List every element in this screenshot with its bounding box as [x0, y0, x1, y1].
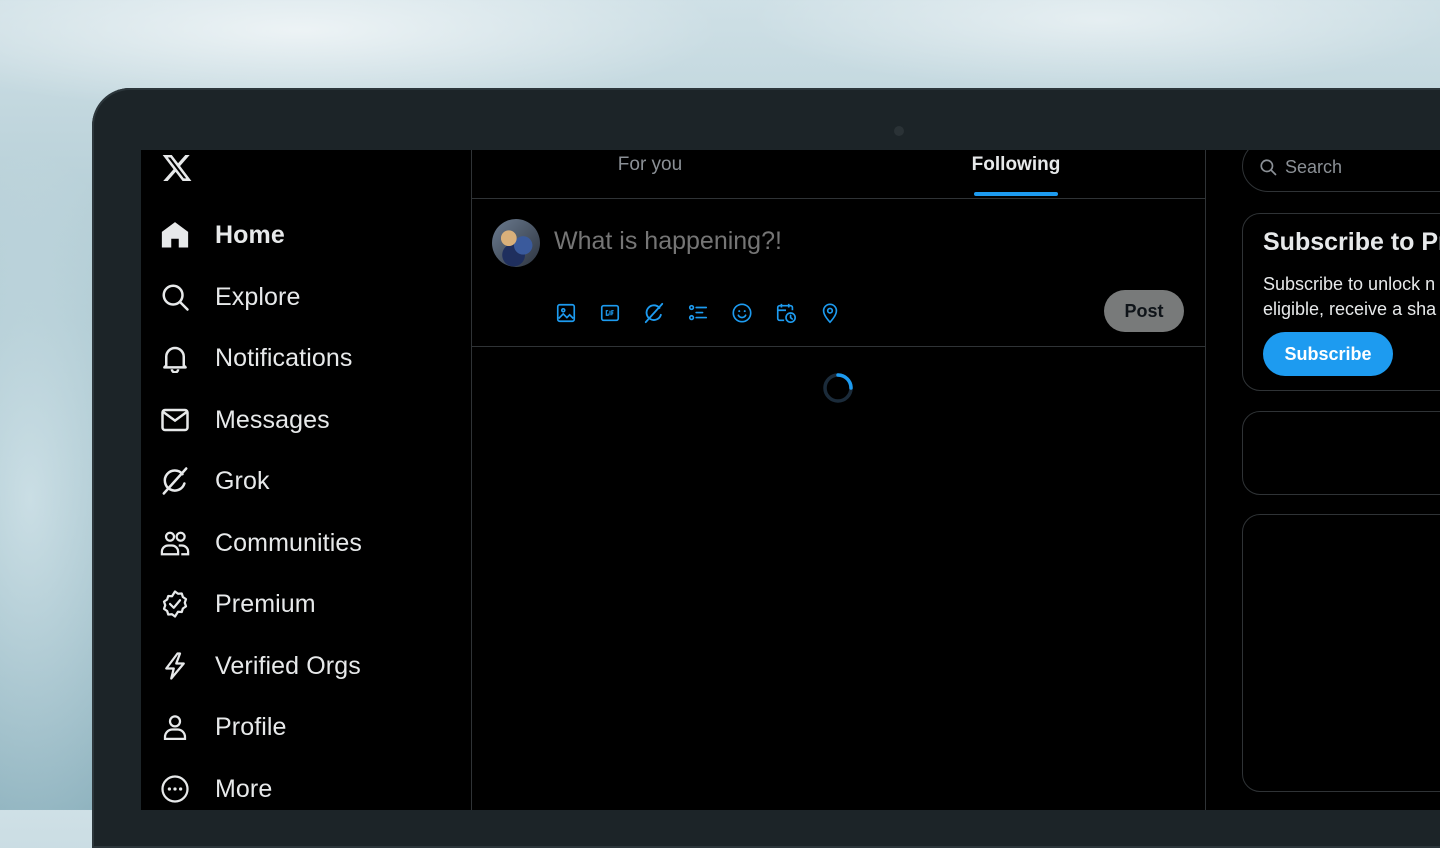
- tab-following[interactable]: Following: [838, 150, 1194, 198]
- tab-for-you[interactable]: For you: [472, 150, 828, 198]
- search-icon: [159, 281, 191, 313]
- search-input[interactable]: Search: [1285, 157, 1342, 178]
- location-icon[interactable]: [816, 299, 844, 327]
- person-icon: [159, 711, 191, 743]
- sidebar-item-label: Grok: [215, 466, 270, 495]
- sidebar-card-empty: [1242, 411, 1440, 495]
- grok-icon[interactable]: [640, 299, 668, 327]
- post-composer: Post: [472, 199, 1205, 347]
- people-icon: [159, 527, 191, 559]
- avatar[interactable]: [492, 219, 540, 267]
- screen: Home Explore Notifications Messages Grok: [141, 150, 1440, 810]
- subscribe-card-text: Subscribe to unlock n eligible, receive …: [1263, 272, 1436, 322]
- home-icon: [159, 219, 191, 251]
- lightning-icon: [159, 650, 191, 682]
- sidebar: Home Explore Notifications Messages Grok: [141, 150, 471, 810]
- sidebar-item-grok[interactable]: Grok: [159, 459, 270, 503]
- sidebar-item-label: Messages: [215, 405, 330, 434]
- subscribe-card-text-line-2: eligible, receive a sha: [1263, 299, 1437, 319]
- sidebar-item-label: Communities: [215, 528, 362, 557]
- sidebar-item-messages[interactable]: Messages: [159, 398, 330, 442]
- active-tab-indicator: [974, 192, 1058, 196]
- image-icon[interactable]: [552, 299, 580, 327]
- sidebar-item-home[interactable]: Home: [159, 213, 285, 257]
- sidebar-item-label: Notifications: [215, 343, 353, 372]
- subscribe-card-text-line-1: Subscribe to unlock n: [1263, 274, 1436, 294]
- timeline-tabs: For you Following: [472, 150, 1205, 199]
- sidebar-item-label: More: [215, 774, 273, 803]
- right-sidebar: Search Subscribe to Pr Subscribe to unlo…: [1204, 150, 1440, 810]
- search-bar[interactable]: Search: [1242, 150, 1440, 192]
- compose-input[interactable]: [554, 227, 1074, 256]
- verified-badge-icon: [159, 588, 191, 620]
- sidebar-item-notifications[interactable]: Notifications: [159, 336, 352, 380]
- sidebar-item-label: Home: [215, 220, 285, 249]
- sidebar-card-empty-large: [1242, 514, 1440, 792]
- subscribe-button[interactable]: Subscribe: [1263, 332, 1393, 376]
- subscribe-card: Subscribe to Pr Subscribe to unlock n el…: [1242, 213, 1440, 391]
- sidebar-item-label: Premium: [215, 589, 316, 618]
- gif-icon[interactable]: [596, 299, 624, 327]
- post-button[interactable]: Post: [1104, 290, 1184, 332]
- sidebar-item-label: Profile: [215, 712, 287, 741]
- sidebar-item-label: Explore: [215, 282, 301, 311]
- sidebar-item-explore[interactable]: Explore: [159, 275, 300, 319]
- sidebar-item-premium[interactable]: Premium: [159, 582, 316, 626]
- emoji-icon[interactable]: [728, 299, 756, 327]
- more-circle-icon: [159, 773, 191, 805]
- schedule-icon[interactable]: [772, 299, 800, 327]
- search-icon: [1259, 158, 1277, 181]
- poll-icon[interactable]: [684, 299, 712, 327]
- sidebar-item-verified-orgs[interactable]: Verified Orgs: [159, 644, 361, 688]
- envelope-icon: [159, 404, 191, 436]
- x-logo-icon[interactable]: [160, 152, 194, 184]
- sidebar-item-more[interactable]: More: [159, 767, 272, 810]
- webcam: [894, 126, 904, 136]
- sidebar-item-communities[interactable]: Communities: [159, 521, 362, 565]
- subscribe-card-title: Subscribe to Pr: [1263, 228, 1440, 256]
- main-timeline: For you Following What is happening?! Po…: [471, 150, 1206, 810]
- sidebar-item-label: Verified Orgs: [215, 651, 361, 680]
- sidebar-item-profile[interactable]: Profile: [159, 705, 287, 749]
- bell-icon: [159, 342, 191, 374]
- grok-icon: [159, 465, 191, 497]
- loading-spinner-icon: [822, 372, 854, 404]
